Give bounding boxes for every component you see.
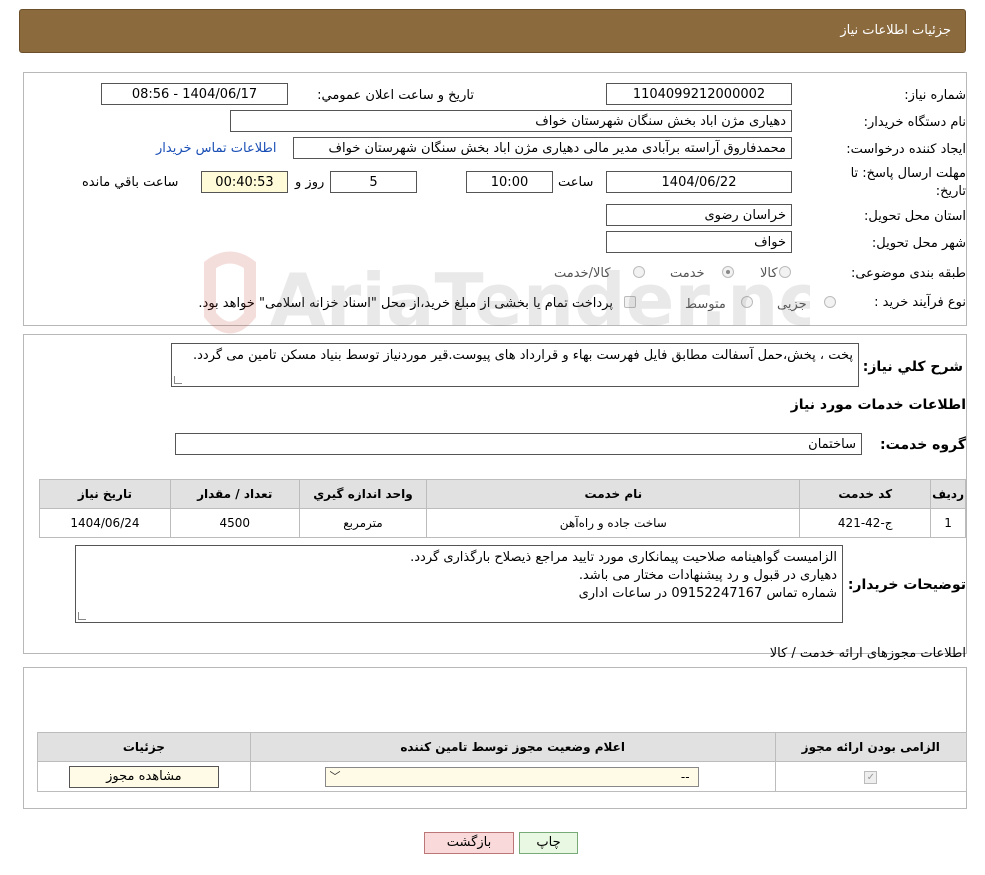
process-radio-medium[interactable]	[741, 296, 753, 308]
category-radio-service-label: خدمت	[670, 266, 705, 281]
need-number-label: شماره نیاز:	[904, 88, 966, 103]
remaining-time-field: 00:40:53	[201, 171, 288, 193]
buyer-org-field: دهیاری مژن اباد بخش سنگان شهرستان خواف	[230, 110, 792, 132]
remaining-label: ساعت باقي مانده	[82, 175, 179, 190]
creator-field: محمدفاروق آراسته برآبادی مدیر مالی دهیار…	[293, 137, 792, 159]
treasury-checkbox-icon[interactable]	[624, 296, 636, 308]
print-button[interactable]: چاپ	[519, 832, 578, 854]
buyer-notes-label: توضيحات خريدار:	[847, 577, 966, 593]
cell-quantity: 4500	[169, 508, 300, 538]
description-label: شرح کلي نياز:	[862, 359, 963, 375]
category-radio-goods-label: کالا	[760, 266, 778, 281]
creator-label: ايجاد کننده درخواست:	[846, 142, 966, 157]
province-field: خراسان رضوی	[606, 204, 792, 226]
view-permit-button[interactable]: مشاهده مجوز	[68, 765, 219, 788]
buyer-notes-textarea[interactable]: الزامیست گواهینامه صلاحیت پیمانکاری مورد…	[75, 545, 843, 623]
announce-date-label: تاریخ و ساعت اعلان عمومي:	[317, 88, 474, 103]
category-label: طبقه بندی موضوعی:	[850, 266, 966, 281]
page-title: جزئیات اطلاعات نیاز	[840, 23, 951, 38]
announce-date-field: 1404/06/17 - 08:56	[101, 83, 288, 105]
need-number-field: 1104099212000002	[606, 83, 792, 105]
cell-unit: مترمربع	[298, 508, 428, 538]
category-radio-service[interactable]	[722, 266, 734, 278]
province-label: استان محل تحويل:	[864, 209, 966, 224]
process-radio-medium-label: متوسط	[685, 297, 726, 312]
city-label: شهر محل تحويل:	[871, 236, 966, 251]
chevron-down-icon: ﹀	[329, 769, 341, 783]
permits-section-title: اطلاعات مجوزهای ارائه خدمت / کالا	[769, 646, 966, 661]
deadline-time-label: ساعت	[558, 175, 594, 190]
process-radio-minor-label: جزیی	[777, 297, 807, 312]
buyer-note-line: شماره تماس 09152247167 در ساعات اداری	[578, 586, 837, 601]
treasury-note: پرداخت تمام یا بخشی از مبلغ خرید،از محل …	[198, 296, 613, 311]
col-permit-status: اعلام وضعیت مجوز توسط تامین کننده	[249, 732, 776, 762]
permit-required-checkbox-icon: ✓	[864, 771, 878, 784]
col-row-number: رديف	[930, 479, 966, 509]
permit-details-cell: مشاهده مجوز	[37, 761, 251, 792]
days-label: روز و	[295, 175, 325, 190]
col-permit-details: جزئیات	[37, 732, 251, 762]
col-need-date: تاريخ نياز	[39, 479, 171, 509]
col-permit-required: الزامی بودن ارائه مجوز	[774, 732, 968, 762]
page-header: جزئیات اطلاعات نیاز	[19, 9, 966, 53]
cell-need-date: 1404/06/24	[39, 508, 171, 538]
permits-table: الزامی بودن ارائه مجوز اعلام وضعیت مجوز …	[37, 732, 968, 792]
cell-row-number: 1	[930, 508, 966, 538]
resize-grip-icon[interactable]	[78, 612, 86, 620]
back-button[interactable]: بازگشت	[424, 832, 514, 854]
description-text: پخت ، پخش،حمل آسفالت مطابق فایل فهرست به…	[193, 348, 853, 363]
description-textarea[interactable]: پخت ، پخش،حمل آسفالت مطابق فایل فهرست به…	[171, 343, 859, 387]
services-section-title: اطلاعات خدمات مورد نياز	[790, 397, 966, 413]
buyer-note-line: دهیاری در قبول و رد پیشنهادات مختار می ب…	[578, 568, 837, 583]
purchase-process-label: نوع فرآيند خريد :	[874, 295, 966, 310]
col-service-code: کد خدمت	[799, 479, 932, 509]
city-field: خواف	[606, 231, 792, 253]
col-quantity: تعداد / مقدار	[169, 479, 300, 509]
buyer-org-label: نام دستگاه خريدار:	[863, 115, 966, 130]
days-field: 5	[330, 171, 417, 193]
category-radio-goods-service[interactable]	[633, 266, 645, 278]
deadline-time-field: 10:00	[466, 171, 553, 193]
process-radio-minor[interactable]	[824, 296, 836, 308]
category-radio-goods-service-label: کالا/خدمت	[554, 266, 611, 281]
deadline-label: مهلت ارسال پاسخ: تا تاريخ:	[850, 166, 966, 199]
cell-service-name: ساخت جاده و راه‌آهن	[426, 508, 801, 538]
col-service-name: نام خدمت	[426, 479, 801, 509]
permit-status-cell: -- ﹀	[249, 761, 776, 792]
services-table: رديف کد خدمت نام خدمت واحد اندازه گيري ت…	[39, 479, 966, 538]
buyer-contact-link[interactable]: اطلاعات تماس خريدار	[156, 141, 276, 156]
buyer-note-line: الزامیست گواهینامه صلاحیت پیمانکاری مورد…	[410, 550, 837, 565]
service-group-field: ساختمان	[175, 433, 862, 455]
service-group-label: گروه خدمت:	[880, 437, 966, 453]
col-unit: واحد اندازه گيري	[298, 479, 428, 509]
resize-grip-icon[interactable]	[174, 376, 182, 384]
category-radio-goods[interactable]	[779, 266, 791, 278]
permit-status-select[interactable]: -- ﹀	[324, 766, 699, 787]
permit-status-select-value: --	[680, 769, 690, 784]
deadline-date-field: 1404/06/22	[606, 171, 792, 193]
permit-required-cell: ✓	[774, 761, 968, 792]
services-table-header: رديف کد خدمت نام خدمت واحد اندازه گيري ت…	[39, 479, 966, 509]
permits-table-header: الزامی بودن ارائه مجوز اعلام وضعیت مجوز …	[37, 732, 968, 762]
table-row: ✓ -- ﹀ مشاهده مجوز	[37, 761, 968, 792]
cell-service-code: ج-42-421	[799, 508, 932, 538]
table-row: 1 ج-42-421 ساخت جاده و راه‌آهن مترمربع 4…	[39, 508, 966, 538]
